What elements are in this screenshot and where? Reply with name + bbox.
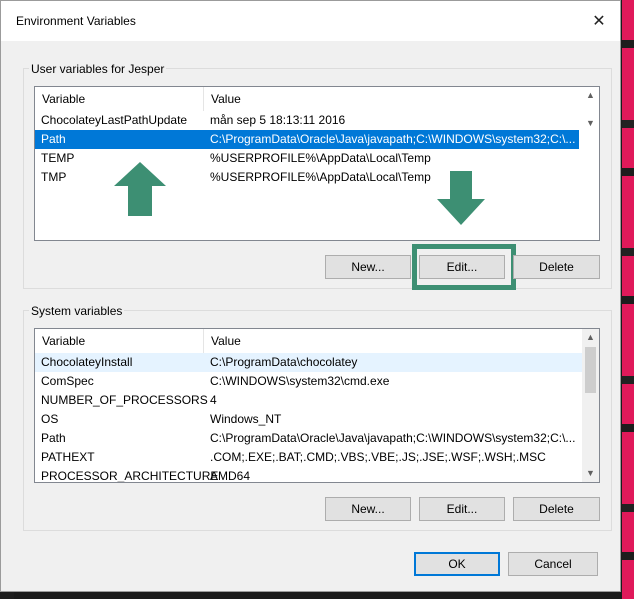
column-separator [203, 329, 204, 353]
row-variable: NUMBER_OF_PROCESSORS [41, 393, 208, 407]
system-list-scrollbar[interactable]: ▲ ▼ [582, 329, 599, 482]
scroll-up-icon[interactable]: ▲ [582, 329, 599, 346]
up-arrow-shape [114, 162, 166, 216]
row-variable: PATHEXT [41, 450, 95, 464]
table-row[interactable]: Path C:\ProgramData\Oracle\Java\javapath… [35, 429, 583, 448]
desktop-background-right [622, 0, 634, 599]
user-new-button[interactable]: New... [325, 255, 411, 279]
system-variables-list[interactable]: Variable Value ChocolateyInstall C:\Prog… [34, 328, 600, 483]
column-header-value[interactable]: Value [211, 334, 241, 348]
user-delete-button[interactable]: Delete [513, 255, 600, 279]
row-value: %USERPROFILE%\AppData\Local\Temp [210, 151, 431, 165]
environment-variables-dialog: Environment Variables ✕ User variables f… [0, 0, 621, 592]
close-icon[interactable]: ✕ [586, 9, 612, 35]
window-title: Environment Variables [16, 14, 136, 28]
row-value: C:\ProgramData\Oracle\Java\javapath;C:\W… [210, 431, 576, 445]
system-list-header: Variable Value [35, 329, 599, 353]
row-value: C:\WINDOWS\system32\cmd.exe [210, 374, 390, 388]
table-row[interactable]: ComSpec C:\WINDOWS\system32\cmd.exe [35, 372, 583, 391]
row-variable: Path [41, 431, 66, 445]
row-variable: TEMP [41, 151, 75, 165]
row-value: .COM;.EXE;.BAT;.CMD;.VBS;.VBE;.JS;.JSE;.… [210, 450, 546, 464]
user-list-header: Variable Value [35, 87, 599, 111]
scroll-down-icon[interactable]: ▼ [582, 465, 599, 482]
row-value: 4 [210, 393, 217, 407]
row-variable: TMP [41, 170, 67, 184]
row-variable: ChocolateyInstall [41, 355, 133, 369]
table-row[interactable]: ChocolateyLastPathUpdate mån sep 5 18:13… [35, 111, 579, 130]
ok-button[interactable]: OK [414, 552, 500, 576]
user-variables-label: User variables for Jesper [29, 62, 167, 76]
row-variable: ComSpec [41, 374, 94, 388]
down-arrow-icon [437, 171, 485, 225]
row-variable: PROCESSOR_ARCHITECTURE [41, 469, 219, 483]
system-delete-button[interactable]: Delete [513, 497, 600, 521]
system-variables-label: System variables [29, 304, 125, 318]
row-value: C:\ProgramData\chocolatey [210, 355, 358, 369]
table-row[interactable]: OS Windows_NT [35, 410, 583, 429]
user-list-scrollbar[interactable]: ▲ ▼ [582, 87, 599, 240]
title-bar: Environment Variables ✕ [1, 1, 620, 41]
down-arrow-shape [437, 171, 485, 225]
table-row-selected[interactable]: Path C:\ProgramData\Oracle\Java\javapath… [35, 130, 579, 149]
scroll-up-icon[interactable]: ▲ [582, 87, 599, 104]
column-header-variable[interactable]: Variable [42, 334, 85, 348]
row-variable: OS [41, 412, 59, 426]
cancel-button[interactable]: Cancel [508, 552, 598, 576]
highlight-box [412, 244, 516, 290]
row-value: C:\ProgramData\Oracle\Java\javapath;C:\W… [210, 132, 576, 146]
row-value: mån sep 5 18:13:11 2016 [210, 113, 346, 127]
system-edit-button[interactable]: Edit... [419, 497, 505, 521]
row-value: %USERPROFILE%\AppData\Local\Temp [210, 170, 431, 184]
scroll-down-icon[interactable]: ▼ [582, 115, 599, 132]
row-value: AMD64 [210, 469, 251, 483]
column-separator [203, 87, 204, 111]
column-header-value[interactable]: Value [211, 92, 241, 106]
table-row[interactable]: NUMBER_OF_PROCESSORS 4 [35, 391, 583, 410]
scrollbar-thumb[interactable] [585, 347, 596, 393]
row-value: Windows_NT [210, 412, 282, 426]
up-arrow-icon [114, 162, 166, 216]
table-row[interactable]: PROCESSOR_ARCHITECTURE AMD64 [35, 467, 583, 483]
column-header-variable[interactable]: Variable [42, 92, 85, 106]
table-row[interactable]: PATHEXT .COM;.EXE;.BAT;.CMD;.VBS;.VBE;.J… [35, 448, 583, 467]
row-variable: ChocolateyLastPathUpdate [41, 113, 188, 127]
system-new-button[interactable]: New... [325, 497, 411, 521]
row-variable: Path [41, 132, 66, 146]
table-row[interactable]: ChocolateyInstall C:\ProgramData\chocola… [35, 353, 583, 372]
